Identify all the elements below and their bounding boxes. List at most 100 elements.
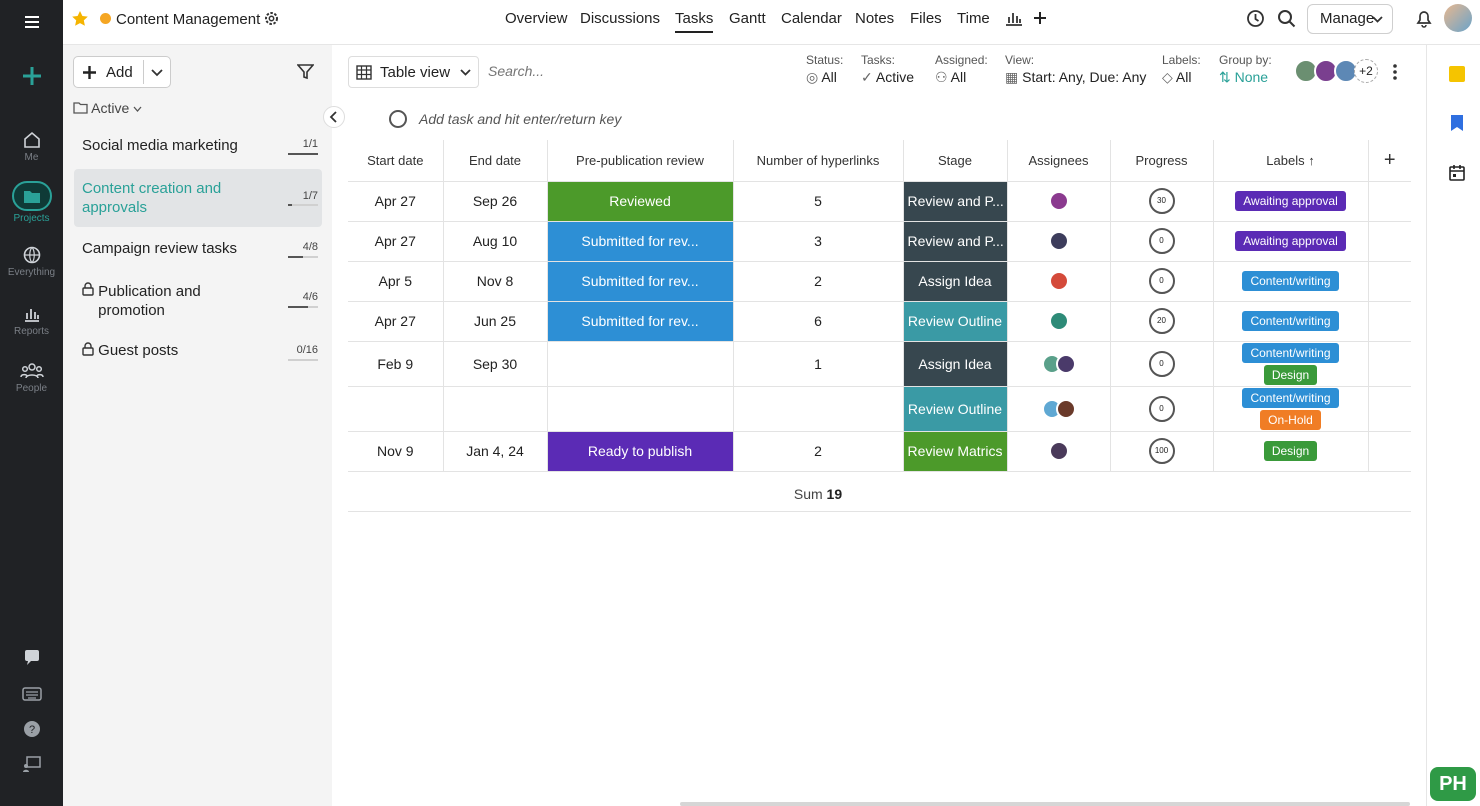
- bookmark-icon[interactable]: [1450, 114, 1464, 132]
- cell-stage[interactable]: Review Outline: [903, 386, 1008, 432]
- tab-tasks[interactable]: Tasks: [675, 10, 714, 33]
- cell-start-date[interactable]: Apr 27: [348, 221, 444, 262]
- bell-icon[interactable]: [1415, 9, 1433, 28]
- label-badge[interactable]: Content/writing: [1242, 311, 1339, 331]
- label-badge[interactable]: Design: [1263, 441, 1318, 461]
- cell-hyperlinks[interactable]: 2: [733, 431, 904, 472]
- cell-labels[interactable]: Content/writing: [1213, 261, 1369, 302]
- tab-discussions[interactable]: Discussions: [580, 10, 660, 27]
- project-item[interactable]: Publication and promotion 4/6: [74, 282, 322, 322]
- cell-assignees[interactable]: [1007, 301, 1111, 342]
- cell-hyperlinks[interactable]: 6: [733, 301, 904, 342]
- cell-assignees[interactable]: [1007, 386, 1111, 432]
- search-icon[interactable]: [1277, 9, 1296, 28]
- table-row[interactable]: Apr 5 Nov 8 Submitted for rev... 2 Assign Id…: [348, 261, 1411, 302]
- label-badge[interactable]: Awaiting approval: [1235, 231, 1346, 251]
- column-header-stage[interactable]: Stage: [903, 140, 1008, 182]
- cell-stage[interactable]: Review Outline: [903, 301, 1008, 342]
- cell-progress[interactable]: 0: [1110, 341, 1214, 387]
- view-selector[interactable]: Table view: [348, 56, 479, 88]
- cell-labels[interactable]: Content/writing Design: [1213, 341, 1369, 387]
- rail-item-everything[interactable]: Everything: [0, 245, 63, 278]
- filter-view[interactable]: View: ▦ Start: Any, Due: Any: [1005, 53, 1146, 86]
- cell-progress[interactable]: 30: [1110, 181, 1214, 222]
- gear-icon[interactable]: [263, 10, 280, 27]
- cell-end-date[interactable]: Sep 26: [443, 181, 548, 222]
- project-item[interactable]: Guest posts 0/16: [74, 342, 322, 368]
- rail-item-projects[interactable]: Projects: [0, 181, 63, 224]
- filter-labels[interactable]: Labels: ◇ All: [1162, 53, 1201, 86]
- member-avatars[interactable]: +2: [1294, 59, 1382, 85]
- horizontal-scrollbar[interactable]: [680, 802, 1410, 806]
- rail-item-reports[interactable]: Reports: [0, 304, 63, 337]
- cell-progress[interactable]: 20: [1110, 301, 1214, 342]
- cell-assignees[interactable]: [1007, 261, 1111, 302]
- calendar-icon[interactable]: [1449, 164, 1465, 181]
- cell-start-date[interactable]: Apr 27: [348, 181, 444, 222]
- column-header-start-date[interactable]: Start date: [348, 140, 444, 182]
- tab-notes[interactable]: Notes: [855, 10, 894, 27]
- column-header-number-of-hyperlinks[interactable]: Number of hyperlinks: [733, 140, 904, 182]
- cell-progress[interactable]: 0: [1110, 261, 1214, 302]
- cell-pre-publication-review[interactable]: Ready to publish: [547, 431, 734, 472]
- timer-icon[interactable]: [1246, 9, 1265, 28]
- cell-progress[interactable]: 0: [1110, 386, 1214, 432]
- star-icon[interactable]: [71, 10, 89, 28]
- ph-logo-icon[interactable]: PH: [1430, 767, 1476, 801]
- keyboard-icon[interactable]: [0, 686, 63, 702]
- filter-assigned[interactable]: Assigned: ⚇ All: [935, 53, 988, 86]
- label-badge[interactable]: Content/writing: [1242, 271, 1339, 291]
- cell-end-date[interactable]: Sep 30: [443, 341, 548, 387]
- menu-icon[interactable]: [0, 12, 63, 32]
- chevron-down-icon[interactable]: [151, 67, 163, 77]
- label-badge[interactable]: Design: [1263, 364, 1318, 385]
- filter-tasks[interactable]: Tasks: ✓ Active: [861, 53, 914, 86]
- filter-icon[interactable]: [297, 64, 314, 80]
- cell-pre-publication-review[interactable]: [547, 341, 734, 387]
- table-row[interactable]: Apr 27 Sep 26 Reviewed 5 Review and P... 30 Aw…: [348, 181, 1411, 222]
- search-input[interactable]: [482, 60, 642, 82]
- label-badge[interactable]: Content/writing: [1242, 387, 1339, 408]
- presentation-icon[interactable]: [0, 755, 63, 773]
- cell-hyperlinks[interactable]: 1: [733, 341, 904, 387]
- project-title[interactable]: Content Management: [116, 11, 260, 28]
- cell-pre-publication-review[interactable]: [547, 386, 734, 432]
- tab-calendar[interactable]: Calendar: [781, 10, 842, 27]
- cell-pre-publication-review[interactable]: Reviewed: [547, 181, 734, 222]
- project-item-selected[interactable]: Content creation and approvals 1/7: [74, 169, 322, 227]
- cell-start-date[interactable]: Feb 9: [348, 341, 444, 387]
- cell-start-date[interactable]: Apr 5: [348, 261, 444, 302]
- add-task-row[interactable]: Add task and hit enter/return key: [388, 108, 788, 130]
- cell-end-date[interactable]: Nov 8: [443, 261, 548, 302]
- chat-icon[interactable]: [0, 648, 63, 666]
- cell-end-date[interactable]: Jan 4, 24: [443, 431, 548, 472]
- cell-stage[interactable]: Review and P...: [903, 181, 1008, 222]
- cell-pre-publication-review[interactable]: Submitted for rev...: [547, 261, 734, 302]
- cell-labels[interactable]: Awaiting approval: [1213, 221, 1369, 262]
- cell-progress[interactable]: 100: [1110, 431, 1214, 472]
- cell-pre-publication-review[interactable]: Submitted for rev...: [547, 301, 734, 342]
- cell-end-date[interactable]: [443, 386, 548, 432]
- tab-overview[interactable]: Overview: [505, 10, 568, 27]
- cell-assignees[interactable]: [1007, 181, 1111, 222]
- filter-status[interactable]: Status: ◎ All: [806, 53, 843, 86]
- cell-start-date[interactable]: Apr 27: [348, 301, 444, 342]
- column-header-assignees[interactable]: Assignees: [1007, 140, 1111, 182]
- cell-start-date[interactable]: Nov 9: [348, 431, 444, 472]
- column-header-labels[interactable]: Labels ↑: [1213, 140, 1369, 182]
- cell-labels[interactable]: Content/writing: [1213, 301, 1369, 342]
- tab-time[interactable]: Time: [957, 10, 990, 27]
- table-row[interactable]: Apr 27 Jun 25 Submitted for rev... 6 Review …: [348, 301, 1411, 342]
- cell-start-date[interactable]: [348, 386, 444, 432]
- column-header-pre-publication-review[interactable]: Pre-publication review: [547, 140, 734, 182]
- cell-assignees[interactable]: [1007, 221, 1111, 262]
- project-item[interactable]: Campaign review tasks 4/8: [74, 240, 322, 266]
- filter-group-by[interactable]: Group by: ⇅ None: [1219, 53, 1272, 86]
- tab-gantt[interactable]: Gantt: [729, 10, 766, 27]
- cell-assignees[interactable]: [1007, 431, 1111, 472]
- label-badge[interactable]: Content/writing: [1242, 342, 1339, 363]
- cell-labels[interactable]: Design: [1213, 431, 1369, 472]
- tab-files[interactable]: Files: [910, 10, 942, 27]
- add-icon[interactable]: [0, 64, 63, 88]
- column-header-progress[interactable]: Progress: [1110, 140, 1214, 182]
